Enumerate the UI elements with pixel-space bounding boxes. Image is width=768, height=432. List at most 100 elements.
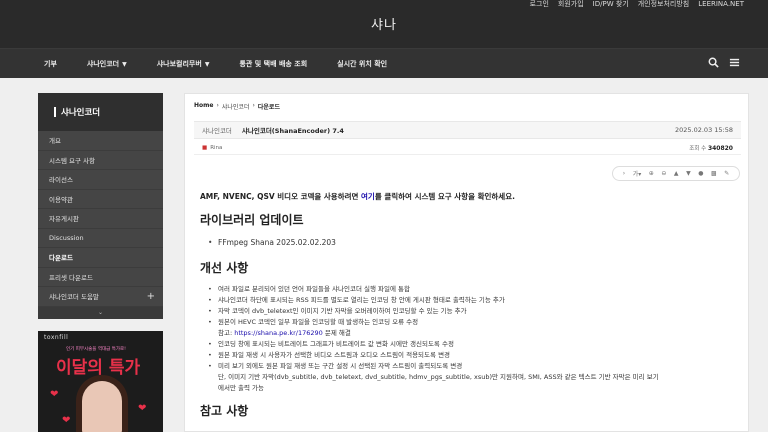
article-body: AMF, NVENC, QSV 비디오 코덱을 사용하려면 여기를 클릭하여 시… [200, 191, 740, 427]
content-panel: Home › 샤나인코더 › 다운로드 샤나인코더 샤나인코더(ShanaEnc… [184, 93, 749, 432]
nav-label: 샤나보컬리무버 [156, 60, 202, 68]
author-icon: ■ [202, 144, 208, 151]
list-item: 자막 코덱이 dvb_teletext인 이미지 기반 자막을 오버레이하여 인… [208, 306, 740, 317]
sidebar-collapse[interactable]: ⌄ [38, 306, 163, 319]
heart-icon: ❤ [138, 403, 147, 414]
nav-label: 실시간 위치 확인 [337, 60, 388, 68]
list-item-continuation: 단, 이미지 기반 자막(dvb_subtitle, dvb_teletext,… [218, 373, 659, 381]
breadcrumb-home[interactable]: Home [194, 102, 213, 111]
nav-label: 샤나인코더 [86, 60, 120, 68]
search-icon[interactable] [708, 57, 719, 68]
improvements-list-continued: 인코딩 창에 표시되는 비트레이트 그래프가 비트레이트 값 변화 시에만 갱신… [200, 339, 740, 372]
sidebar-item-discussion[interactable]: Discussion [38, 229, 163, 248]
nav-customs-tracking[interactable]: 통관 및 택배 배송 조회 [239, 59, 307, 69]
ad-model-face [82, 381, 122, 432]
list-item: 미리 보기 외에도 원본 파일 재생 또는 구간 설정 시 선택된 자막 스트림… [208, 361, 740, 372]
sidebar-item-download[interactable]: 다운로드 [38, 248, 163, 268]
chevron-down-icon: ▼ [204, 60, 210, 68]
heart-icon: ❤ [50, 389, 59, 400]
nav-label: 통관 및 택배 배송 조회 [239, 60, 308, 68]
post-meta: ■ Rina 조회 수 340820 [194, 141, 741, 155]
article-lead: AMF, NVENC, QSV 비디오 코덱을 사용하려면 여기를 클릭하여 시… [200, 191, 740, 202]
nav-realtime-location[interactable]: 실시간 위치 확인 [337, 59, 387, 69]
font-size-label: 가 [632, 171, 639, 178]
attachment-icon[interactable]: ✎ [724, 170, 729, 177]
ad-brand: toxnfill [44, 334, 69, 341]
nav-shanavocalremover[interactable]: 샤나보컬리무버 ▼ [157, 59, 210, 69]
chevron-right-icon[interactable]: › [623, 170, 625, 177]
nav-donate[interactable]: 기부 [44, 59, 57, 69]
post-title[interactable]: 샤나인코더(ShanaEncoder) 7.4 [242, 125, 344, 135]
sidebar-item-label: 자유게시판 [49, 215, 79, 224]
breadcrumb: Home › 샤나인코더 › 다운로드 [194, 102, 280, 111]
utility-links: 로그인 회원가입 ID/PW 찾기 개인정보처리방침 LEERINA.NET [530, 0, 744, 9]
chevron-right-icon: › [216, 102, 219, 109]
sidebar-item-terms[interactable]: 이용약관 [38, 190, 163, 209]
requirements-link[interactable]: 여기 [361, 192, 375, 201]
print-icon[interactable]: ▩ [711, 170, 717, 177]
nav-label: 기부 [44, 60, 57, 68]
lead-text: 를 클릭하여 시스템 요구 사항을 확인하세요. [374, 192, 515, 201]
title-bar-accent [54, 107, 56, 117]
sidebar-item-license[interactable]: 라이선스 [38, 170, 163, 190]
post-date: 2025.02.03 15:58 [674, 126, 733, 134]
breadcrumb-download[interactable]: 다운로드 [258, 102, 280, 111]
post-toolbar: › 가▾ ⊕ ⊖ ▲ ▼ ● ▩ ✎ [612, 166, 740, 181]
sidebar-item-overview[interactable]: 개요 [38, 131, 163, 151]
sidebar-item-help[interactable]: 샤나인코더 도움말 + [38, 287, 163, 307]
font-size-button[interactable]: 가▾ [633, 169, 642, 178]
reference-line: 참고: https://shana.pe.kr/176290 문제 해결 [200, 328, 740, 339]
sidebar-item-label: 시스템 요구 사항 [49, 156, 95, 165]
sidebar-item-label: 이용약관 [49, 195, 73, 204]
sidebar-item-label: 프리셋 다운로드 [49, 273, 93, 282]
ad-banner[interactable]: toxnfill 인기 피부시술을 역대급 특가로! 이달의 특가 ❤ ❤ ❤ [38, 331, 163, 432]
arrow-down-icon[interactable]: ▼ [686, 170, 691, 177]
top-header: 로그인 회원가입 ID/PW 찾기 개인정보처리방침 LEERINA.NET 샤… [0, 0, 768, 48]
menu-icon[interactable] [729, 57, 740, 68]
improvements-list: 여러 파일로 분리되어 있던 언어 파일들을 샤나인코더 실행 파일에 통합 샤… [200, 284, 740, 328]
leerina-link[interactable]: LEERINA.NET [698, 0, 744, 9]
sidebar-item-label: 다운로드 [49, 254, 73, 263]
nav-shanaencoder[interactable]: 샤나인코더 ▼ [87, 59, 127, 69]
zoom-out-icon[interactable]: ⊖ [661, 170, 666, 177]
breadcrumb-shanaencoder[interactable]: 샤나인코더 [222, 102, 250, 111]
ad-subtitle: 인기 피부시술을 역대급 특가로! [66, 347, 126, 352]
reference-link[interactable]: https://shana.pe.kr/176290 [234, 329, 323, 337]
sidebar-item-label: Discussion [49, 233, 84, 242]
library-heading: 라이브러리 업데이트 [200, 213, 304, 227]
sidebar: 샤나인코더 개요 시스템 요구 사항 라이선스 이용약관 자유게시판 Discu… [38, 93, 163, 319]
view-count: 조회 수 340820 [689, 144, 733, 152]
chevron-down-icon: ⌄ [97, 309, 104, 316]
list-item: 인코딩 창에 표시되는 비트레이트 그래프가 비트레이트 값 변화 시에만 갱신… [208, 339, 740, 350]
list-item: 샤나인코더 하단에 표시되는 RSS 피드를 별도로 열리는 인코딩 창 안에 … [208, 295, 740, 306]
site-logo[interactable]: 샤나 [0, 14, 768, 33]
sidebar-item-label: 라이선스 [49, 176, 73, 185]
zoom-in-icon[interactable]: ⊕ [649, 170, 654, 177]
arrow-up-icon[interactable]: ▲ [674, 170, 679, 177]
ref-label: 참고: [218, 329, 235, 337]
views-label: 조회 수 [689, 145, 707, 152]
post-author[interactable]: Rina [210, 145, 222, 151]
login-link[interactable]: 로그인 [530, 0, 549, 9]
notes-heading: 참고 사항 [200, 404, 249, 418]
sidebar-title-text: 샤나인코더 [61, 108, 101, 118]
signup-link[interactable]: 회원가입 [558, 0, 584, 9]
privacy-policy-link[interactable]: 개인정보처리방침 [638, 0, 690, 9]
sidebar-item-label: 샤나인코더 도움말 [49, 293, 99, 302]
list-item: 여러 파일로 분리되어 있던 언어 파일들을 샤나인코더 실행 파일에 통합 [208, 284, 740, 295]
library-list: FFmpeg Shana 2025.02.02.203 [200, 236, 740, 249]
improvements-heading: 개선 사항 [200, 261, 249, 275]
sidebar-item-label: 개요 [49, 137, 61, 146]
chevron-right-icon: › [252, 102, 255, 109]
lead-text: AMF, NVENC, QSV 비디오 코덱을 사용하려면 [200, 192, 362, 201]
list-item: 원본 파일 재생 시 사용자가 선택한 비디오 스트림과 오디오 스트림이 적용… [208, 350, 740, 361]
sidebar-item-preset-download[interactable]: 프리셋 다운로드 [38, 268, 163, 287]
sidebar-item-requirements[interactable]: 시스템 요구 사항 [38, 151, 163, 170]
sidebar-item-freeboard[interactable]: 자유게시판 [38, 209, 163, 229]
comment-icon[interactable]: ● [698, 170, 703, 177]
find-account-link[interactable]: ID/PW 찾기 [593, 0, 629, 9]
post-category[interactable]: 샤나인코더 [202, 125, 232, 135]
views-value: 340820 [707, 144, 733, 152]
list-item: FFmpeg Shana 2025.02.02.203 [208, 236, 740, 249]
expand-plus-icon[interactable]: + [147, 291, 155, 302]
